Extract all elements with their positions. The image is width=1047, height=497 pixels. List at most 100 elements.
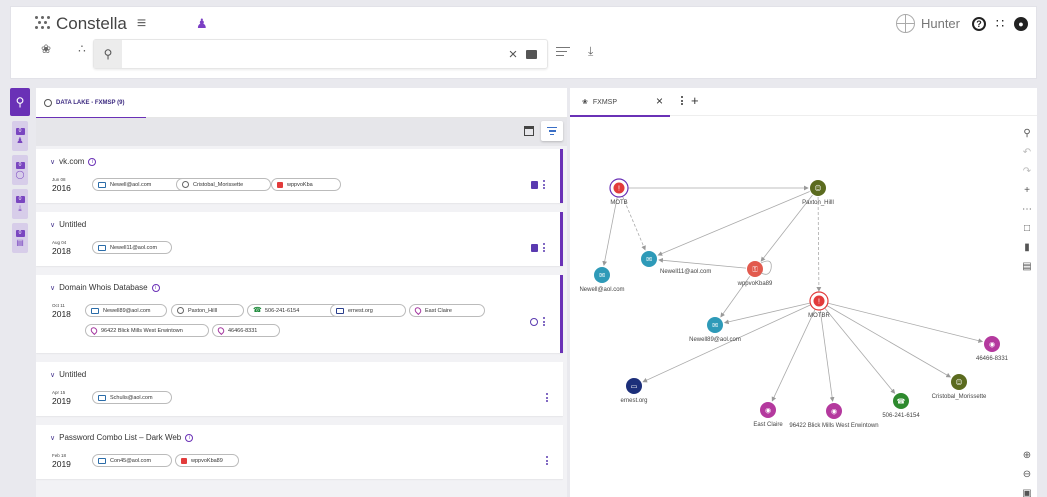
results-panel: DATA LAKE - FXMSP (9) ∨ vk.com i Jun 08 2016… [36, 88, 567, 497]
graph-node-alert[interactable]: ! MOTB [609, 178, 629, 206]
more-vert-icon[interactable] [681, 96, 683, 107]
entity-chip-email[interactable]: Con45@aol.com [92, 454, 172, 467]
graph-node-location[interactable]: ◉ East Claire [753, 402, 783, 428]
location-pin-icon [89, 325, 99, 336]
tab-fxmsp[interactable]: ❀ FXMSP [570, 88, 670, 117]
info-icon[interactable]: i [185, 433, 194, 442]
download-icon[interactable]: ⤓ [588, 44, 593, 59]
result-title[interactable]: ∨ Untitled [50, 220, 86, 229]
more-vert-icon[interactable] [546, 456, 549, 465]
link-icon[interactable]: ⋯ [1022, 200, 1032, 219]
entity-chip-password[interactable]: wppvoKba [271, 178, 341, 191]
tree-icon[interactable]: ∴ [71, 42, 93, 56]
select-area-icon[interactable]: □ [1024, 219, 1030, 238]
tab-data-lake[interactable]: DATA LAKE - FXMSP (9) [36, 88, 146, 119]
search-icon[interactable]: ⚲ [94, 40, 122, 68]
more-vert-icon[interactable] [546, 393, 549, 402]
entity-chip-user[interactable]: Paxton_Hilll [171, 304, 244, 317]
document-icon[interactable] [531, 180, 538, 189]
account-circle-icon[interactable]: ● [1014, 16, 1028, 31]
graph-node-password[interactable]: ⚿ wppvoKba89 [737, 260, 773, 287]
brand[interactable]: Constella ≡ [35, 14, 146, 34]
fit-screen-icon[interactable]: ▣ [1022, 484, 1031, 497]
entity-chip-user[interactable]: Cristobal_Morissette [176, 178, 271, 191]
comment-icon[interactable]: ▤ [1022, 257, 1031, 276]
graph-icon[interactable]: ❀ [35, 42, 57, 56]
graph-node-label: Paxton_Hilll [802, 200, 834, 206]
password-icon: ⚿ [752, 266, 758, 274]
result-title[interactable]: ∨ Password Combo List – Dark Web i [50, 433, 194, 442]
info-icon[interactable]: i [151, 283, 160, 292]
result-title[interactable]: ∨ Untitled [50, 370, 86, 379]
entity-chip-location[interactable]: East Claire [409, 304, 485, 317]
rail-item-download[interactable]: 0 ⤓ [12, 189, 28, 219]
location-pin-icon [216, 325, 226, 336]
info-icon[interactable]: i [88, 157, 97, 166]
add-tab-icon[interactable]: + [691, 93, 699, 108]
apps-grid-icon[interactable]: ∷ [992, 16, 1008, 32]
chevron-down-icon[interactable]: ∨ [50, 284, 55, 292]
result-card[interactable]: ∨ Untitled Apr 15 2019 Schulis@aol.com [36, 362, 563, 416]
result-card[interactable]: ∨ Password Combo List – Dark Web i Feb 18 20… [36, 425, 563, 479]
graph-node-user[interactable]: ☺ Cristobal_Morissette [932, 374, 987, 400]
close-tab-icon[interactable]: × [656, 94, 663, 108]
filter-list-icon[interactable] [556, 47, 570, 59]
calendar-icon[interactable] [524, 126, 534, 136]
graph-node-alert[interactable]: ! MOTBR [808, 291, 830, 319]
result-card[interactable]: ∨ Untitled Aug 04 2018 Newell11@aol.com [36, 212, 563, 266]
entity-chip-domain[interactable]: ernest.org [330, 304, 406, 317]
result-title[interactable]: ∨ Domain Whois Database i [50, 283, 160, 292]
graph-node-email[interactable]: ✉ Newell11@aol.com [641, 251, 711, 275]
entity-chip-location[interactable]: 46466-8331 [212, 324, 280, 337]
rail-item-message[interactable]: 0 ▤ [12, 223, 28, 253]
chevron-down-icon[interactable]: ∨ [50, 158, 55, 166]
globe-outline-icon[interactable] [895, 14, 915, 33]
delete-icon[interactable]: ▮ [1024, 238, 1030, 257]
chevron-down-icon[interactable]: ∨ [50, 434, 55, 442]
user-name[interactable]: Hunter [921, 16, 960, 31]
more-vert-icon[interactable] [543, 317, 546, 326]
add-node-icon[interactable]: + [1024, 181, 1030, 200]
zoom-out-icon[interactable]: ⊖ [1023, 465, 1031, 484]
more-vert-icon[interactable] [543, 180, 546, 189]
chevron-down-icon[interactable]: ∨ [50, 371, 55, 379]
lock-icon [277, 181, 283, 188]
undo-icon[interactable]: ↶ [1023, 143, 1031, 162]
entity-chip-location[interactable]: 96422 Blick Mills West Erwintown [85, 324, 209, 337]
link-graph[interactable]: ! MOTB ☺ Paxton_Hilll ✉ Newell11@aol.com ✉ Newe… [570, 117, 1015, 497]
chevron-down-icon[interactable]: ∨ [50, 221, 55, 229]
rail-item-person-search[interactable]: 0 ♟ [12, 121, 28, 151]
result-card[interactable]: ∨ Domain Whois Database i Oct 11 2018 Newell8… [36, 275, 563, 353]
image-search-icon[interactable] [526, 49, 537, 59]
result-title-text: vk.com [59, 157, 85, 166]
graph-node-email[interactable]: ✉ Newell@aol.com [579, 267, 625, 293]
web-icon[interactable] [530, 317, 538, 326]
graph-node-location[interactable]: ◉ 96422 Blick Mills West Erwintown [789, 403, 879, 429]
globe-icon [44, 99, 52, 107]
search-icon[interactable]: ⚲ [1023, 124, 1030, 143]
result-card[interactable]: ∨ vk.com i Jun 08 2016 Newell@aol.com Cristoba… [36, 149, 563, 203]
entity-chip-email[interactable]: Schulis@aol.com [92, 391, 172, 404]
search-input[interactable] [122, 41, 504, 67]
document-icon[interactable] [531, 243, 538, 252]
user-switch-icon[interactable]: ♟ [196, 16, 208, 32]
rail-item-fingerprint[interactable]: 0 ◯ [12, 155, 28, 185]
graph-node-location[interactable]: ◉ 46466-8331 [976, 336, 1009, 362]
rail-search-icon[interactable]: ⚲ [10, 88, 30, 116]
close-icon[interactable]: × [504, 46, 522, 63]
graph-node-phone[interactable]: ☎ 506-241-6154 [882, 393, 920, 419]
zoom-in-icon[interactable]: ⊕ [1023, 446, 1031, 465]
help-circle-icon[interactable]: ? [972, 16, 986, 31]
hamburger-icon[interactable]: ≡ [137, 15, 146, 33]
filter-button[interactable] [541, 121, 563, 141]
entity-chip-password[interactable]: wppvoKba89 [175, 454, 239, 467]
entity-chip-email[interactable]: Newell89@aol.com [85, 304, 167, 317]
result-date: Oct 11 2018 [52, 303, 71, 319]
entity-chip-phone[interactable]: ☎ 506-241-6154 [247, 304, 340, 317]
entity-chip-email[interactable]: Newell11@aol.com [92, 241, 172, 254]
result-title[interactable]: ∨ vk.com i [50, 157, 97, 166]
result-title-text: Untitled [59, 220, 87, 229]
redo-icon[interactable]: ↷ [1023, 162, 1031, 181]
person-icon [177, 307, 184, 314]
more-vert-icon[interactable] [543, 243, 546, 252]
